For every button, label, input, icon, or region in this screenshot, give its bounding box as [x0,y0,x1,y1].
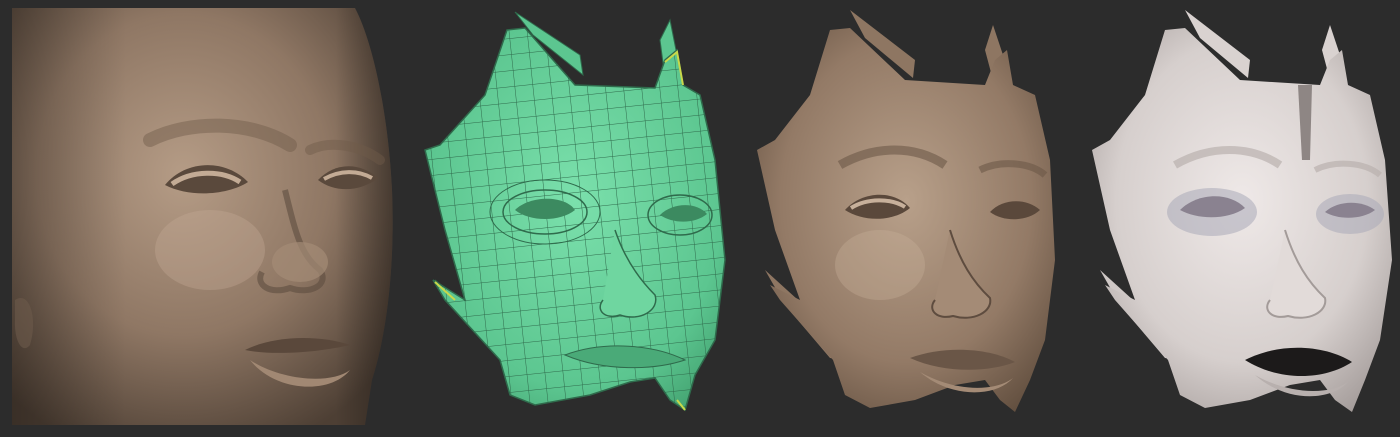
clay-mask-panel [745,0,1065,437]
wireframe-mask-panel [415,0,735,437]
pale-mask-panel [1080,0,1400,437]
pale-mask-icon [1092,10,1392,412]
sculpted-head-icon [12,8,393,425]
render-strip [0,0,1400,437]
wireframe-mask-icon [424,11,726,412]
clay-mask-icon [757,10,1055,412]
sculpted-head-panel [0,0,395,437]
